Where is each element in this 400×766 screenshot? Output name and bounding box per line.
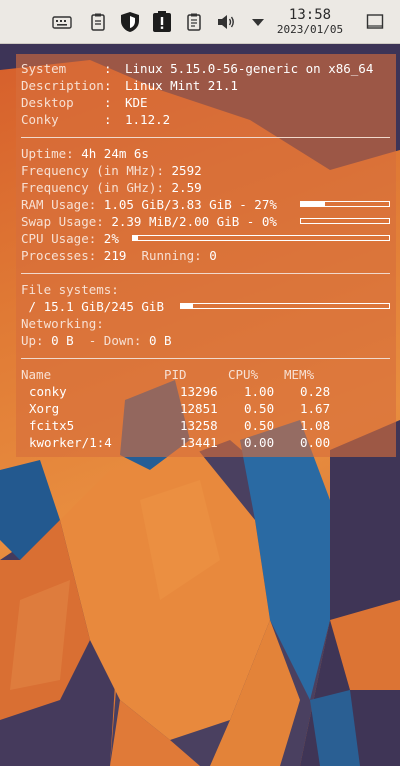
- cpu-label: CPU Usage:: [21, 231, 97, 246]
- conky-widget: System : Linux 5.15.0-56-generic on x86_…: [16, 54, 396, 457]
- desktop-value: KDE: [125, 95, 148, 110]
- ram-row: RAM Usage: 1.05 GiB/3.83 GiB - 27%: [21, 196, 277, 213]
- ram-usage-bar-fill: [301, 202, 325, 206]
- process-pid: 13258: [180, 418, 218, 433]
- alert-clipboard-icon[interactable]: [150, 10, 174, 34]
- networking-label: Networking:: [21, 316, 104, 331]
- divider: [21, 137, 390, 138]
- col-header-mem: MEM%: [284, 367, 315, 382]
- ram-value: 1.05 GiB/3.83 GiB - 27%: [103, 197, 277, 212]
- freq-mhz-value: 2592: [171, 163, 202, 178]
- process-name: Xorg: [29, 401, 60, 416]
- swap-usage-bar: [300, 218, 390, 224]
- col-header-pid: PID: [164, 367, 187, 382]
- process-cpu: 0.50: [244, 401, 275, 416]
- freq-mhz-row: Frequency (in MHz): 2592: [21, 162, 202, 179]
- divider: [21, 273, 390, 274]
- description-value: Linux Mint 21.1: [125, 78, 238, 93]
- process-name: conky: [29, 384, 67, 399]
- process-cpu: 1.00: [244, 384, 275, 399]
- freq-ghz-label: Frequency (in GHz):: [21, 180, 164, 195]
- col-header-name: Name: [21, 367, 52, 382]
- up-value: 0 B: [51, 333, 74, 348]
- up-label: Up:: [21, 333, 44, 348]
- process-mem: 1.67: [300, 401, 331, 416]
- swap-label: Swap Usage:: [21, 214, 104, 229]
- clipboard-icon[interactable]: [88, 12, 108, 32]
- desktop-row: Desktop: [21, 94, 74, 111]
- col-header-cpu: CPU%: [228, 367, 259, 382]
- networking-row: Networking:: [21, 315, 104, 332]
- description-label: Description: [21, 78, 104, 93]
- ram-label: RAM Usage:: [21, 197, 97, 212]
- description-colon: :: [104, 78, 112, 93]
- fs-usage-bar-fill: [181, 304, 194, 308]
- conky-label: Conky: [21, 112, 59, 127]
- process-name: kworker/1:4: [29, 435, 112, 450]
- cpu-row: CPU Usage: 2%: [21, 230, 119, 247]
- fs-row: File systems:: [21, 281, 119, 298]
- divider: [21, 358, 390, 359]
- shield-icon[interactable]: [118, 10, 142, 34]
- down-value: 0 B: [148, 333, 172, 348]
- fs-root-row: / 15.1 GiB/245 GiB: [21, 298, 164, 315]
- desktop-colon: :: [104, 95, 112, 110]
- process-cpu: 0.00: [244, 435, 275, 450]
- process-cpu: 0.50: [244, 418, 275, 433]
- process-pid: 12851: [180, 401, 218, 416]
- down-label: - Down:: [88, 333, 142, 348]
- window-icon[interactable]: [365, 12, 385, 32]
- ram-usage-bar: [300, 201, 390, 207]
- volume-icon[interactable]: [216, 12, 236, 32]
- process-mem: 0.00: [300, 435, 331, 450]
- running-value: 0: [209, 248, 217, 263]
- fs-root-value: / 15.1 GiB/245 GiB: [21, 299, 164, 314]
- uptime-label: Uptime:: [21, 146, 74, 161]
- process-pid: 13441: [180, 435, 218, 450]
- process-name: fcitx5: [29, 418, 75, 433]
- process-pid: 13296: [180, 384, 218, 399]
- clock[interactable]: 13:58 2023/01/05: [276, 7, 344, 37]
- arrow-down-icon[interactable]: [248, 12, 268, 32]
- notes-icon[interactable]: [184, 12, 204, 32]
- cpu-usage-bar-fill: [133, 236, 139, 240]
- swap-row: Swap Usage: 2.39 MiB/2.00 GiB - 0%: [21, 213, 277, 230]
- processes-label: Processes:: [21, 248, 97, 263]
- processes-value: 219: [103, 248, 127, 263]
- system-value: Linux 5.15.0-56-generic on x86_64: [125, 61, 374, 76]
- freq-ghz-row: Frequency (in GHz): 2.59: [21, 179, 202, 196]
- conky-row: Conky: [21, 111, 59, 128]
- system-colon: :: [104, 61, 112, 76]
- conky-value: 1.12.2: [125, 112, 171, 127]
- process-mem: 0.28: [300, 384, 331, 399]
- cpu-usage-bar: [132, 235, 390, 241]
- swap-value: 2.39 MiB/2.00 GiB - 0%: [111, 214, 277, 229]
- conky-colon: :: [104, 112, 112, 127]
- system-row: System: [21, 60, 66, 77]
- system-label: System: [21, 61, 67, 76]
- cpu-value: 2%: [103, 231, 119, 246]
- freq-ghz-value: 2.59: [171, 180, 202, 195]
- freq-mhz-label: Frequency (in MHz):: [21, 163, 164, 178]
- clock-date: 2023/01/05: [276, 23, 344, 36]
- process-mem: 1.08: [300, 418, 331, 433]
- keyboard-icon[interactable]: [52, 12, 72, 32]
- uptime-value: 4h 24m 6s: [81, 146, 149, 161]
- running-label: Running:: [141, 248, 202, 263]
- fs-usage-bar: [180, 303, 390, 309]
- description-row: Description: [21, 77, 104, 94]
- processes-row: Processes: 219 Running: 0: [21, 247, 217, 264]
- fs-label: File systems:: [21, 282, 119, 297]
- uptime-row: Uptime: 4h 24m 6s: [21, 145, 149, 162]
- traffic-row: Up: 0 B - Down: 0 B: [21, 332, 172, 349]
- clock-time: 13:58: [288, 7, 332, 23]
- top-panel: 13:58 2023/01/05: [0, 0, 400, 44]
- desktop-label: Desktop: [21, 95, 74, 110]
